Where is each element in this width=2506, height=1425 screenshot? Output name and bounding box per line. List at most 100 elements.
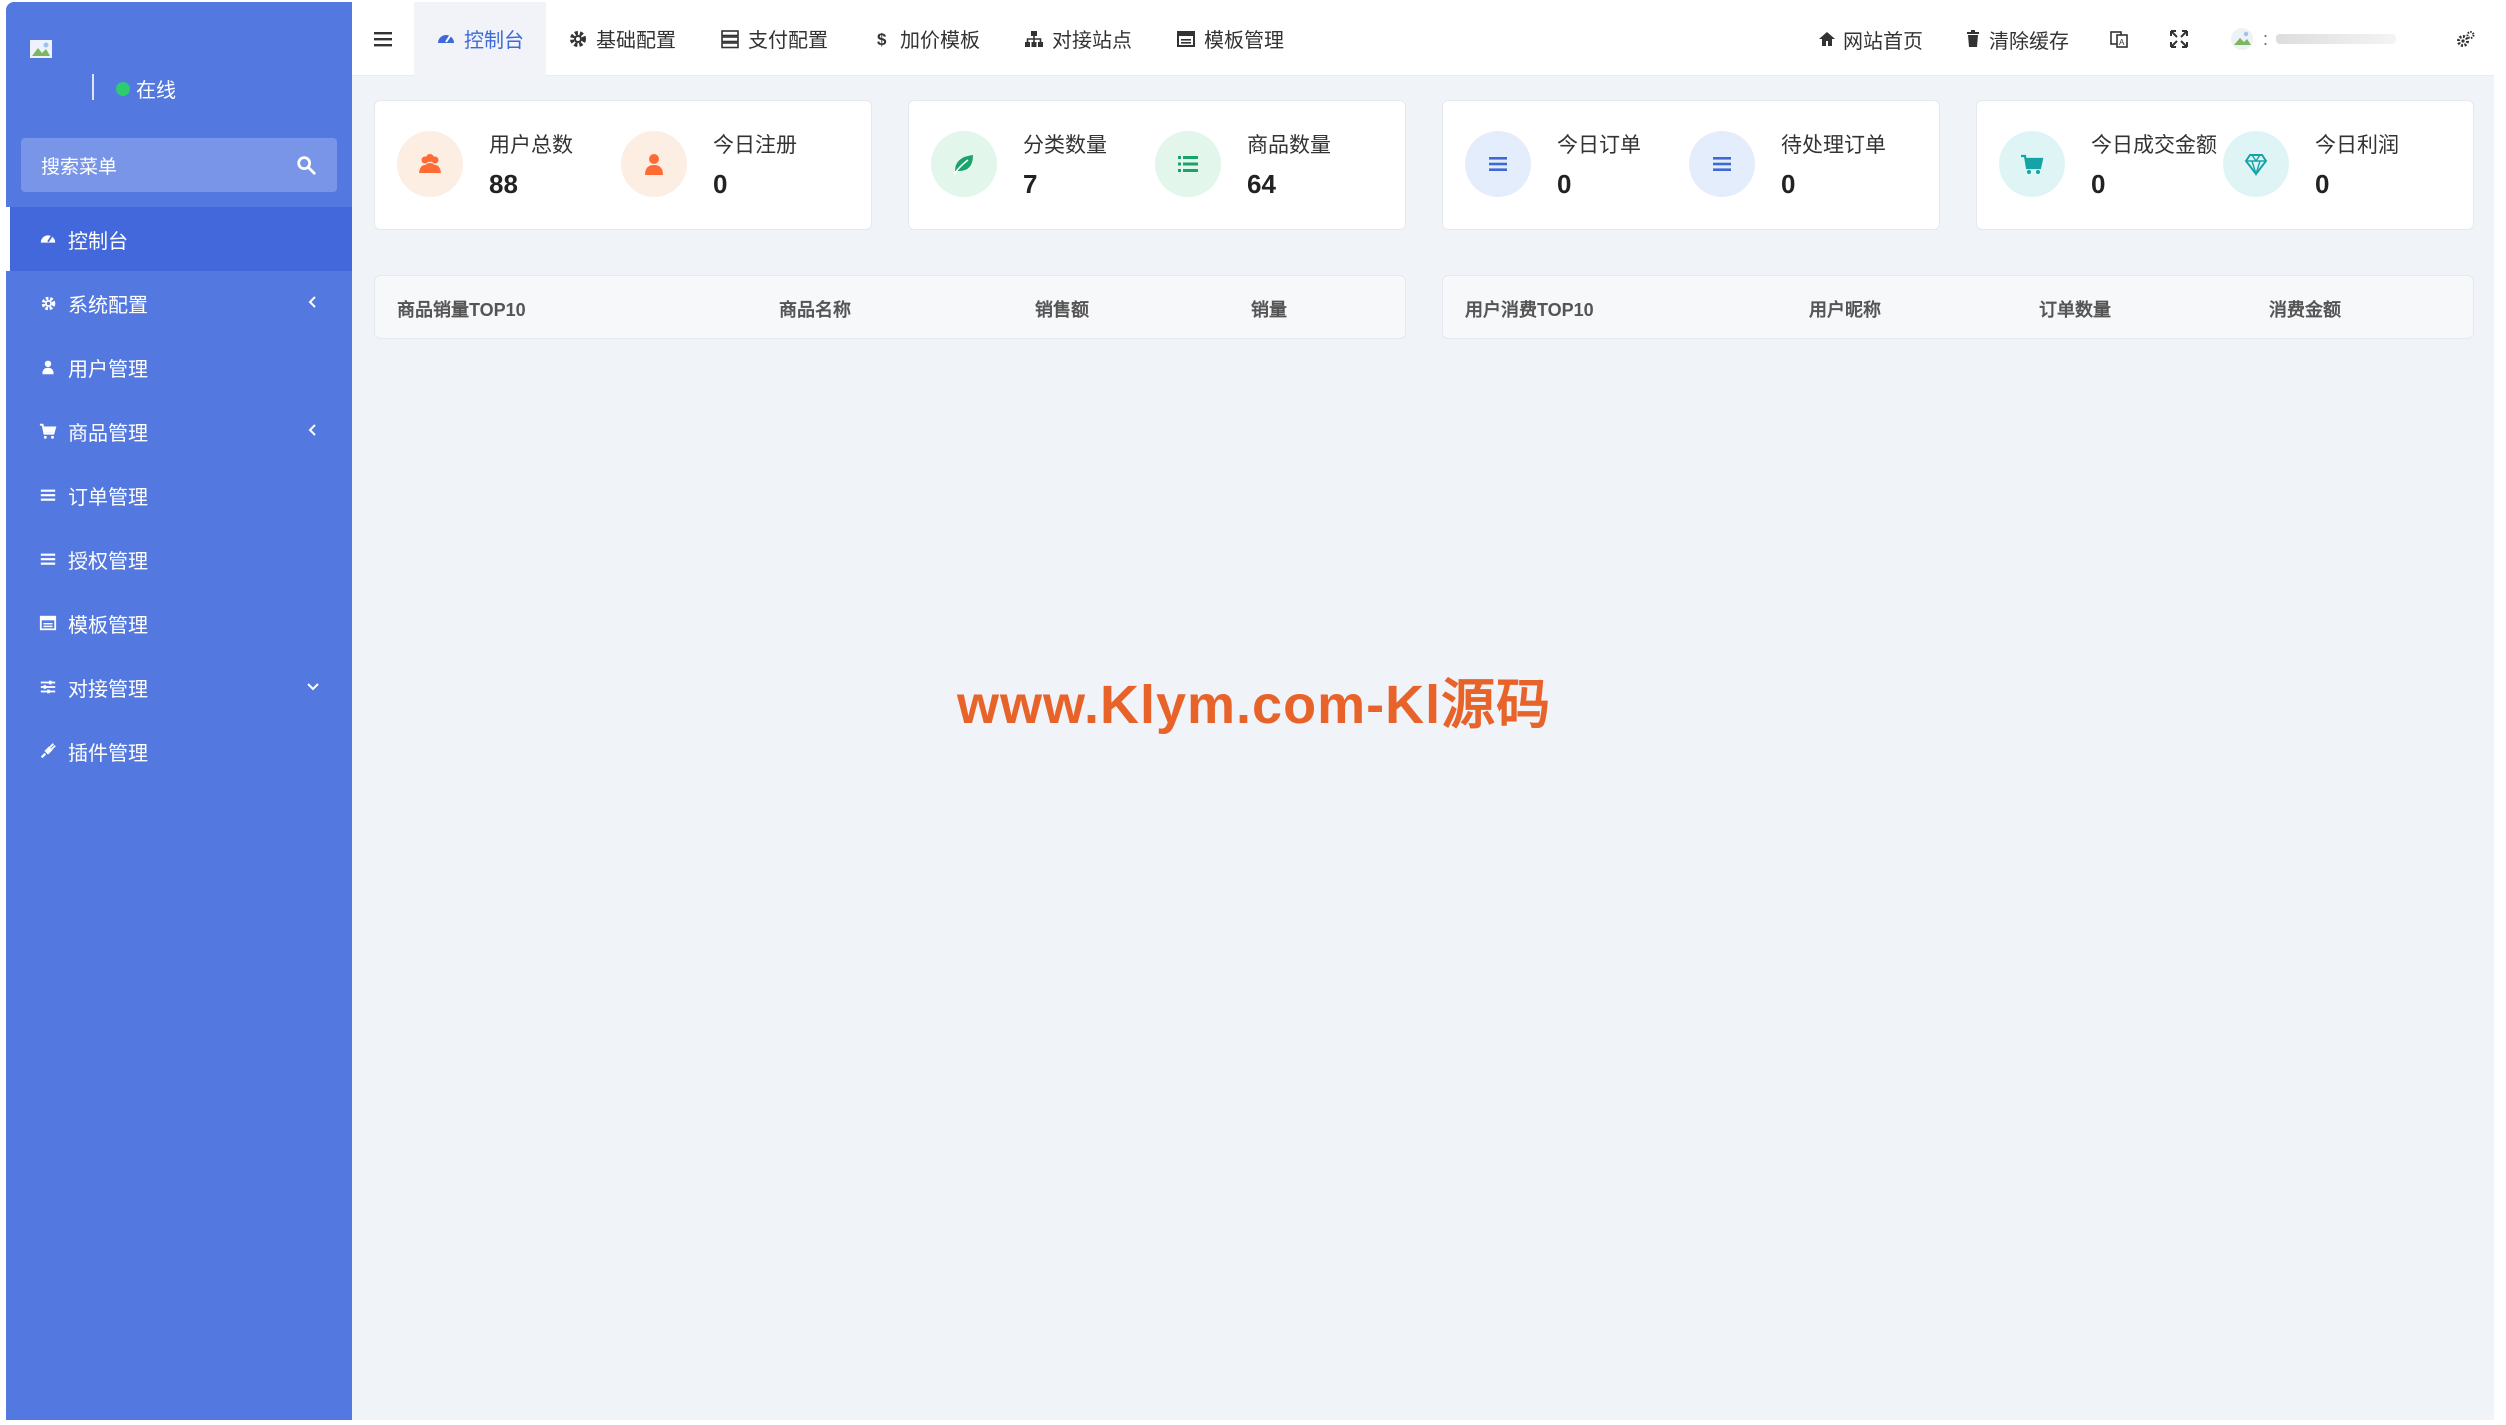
tab-label: 模板管理 <box>1204 30 1284 52</box>
sidebar-item-system-config[interactable]: 系统配置 <box>6 271 352 335</box>
language-icon: A <box>2110 31 2128 48</box>
tab-label: 加价模板 <box>900 30 980 52</box>
username-redacted <box>2276 34 2396 44</box>
dashboard-icon <box>438 34 454 43</box>
table-header: 用户昵称 <box>1809 300 1881 320</box>
clear-cache-label: 清除缓存 <box>1988 30 2069 53</box>
chevron-left-icon <box>308 424 316 436</box>
tab-markup-template[interactable]: $ 加价模板 <box>850 2 1002 76</box>
sidebar-item-docking[interactable]: 对接管理 <box>6 655 352 719</box>
stat-icon-bg <box>931 131 997 197</box>
goods-top10-table: 商品销量TOP10 商品名称 销售额 销量 <box>374 275 1406 339</box>
status-label: 在线 <box>136 80 176 102</box>
table-header: 商品销量TOP10 <box>397 300 526 320</box>
window-icon <box>38 613 58 633</box>
tab-templates[interactable]: 模板管理 <box>1154 2 1306 76</box>
tab-label: 对接站点 <box>1052 30 1132 52</box>
home-icon <box>1818 32 1835 46</box>
sidebar-item-label: 商品管理 <box>68 422 148 445</box>
stat-today-orders: 今日订单 0 <box>1443 101 1663 231</box>
tab-basic-config[interactable]: 基础配置 <box>546 2 698 76</box>
stat-label: 分类数量 <box>1023 134 1107 157</box>
online-status: 在线 <box>116 74 176 103</box>
stat-label: 待处理订单 <box>1781 134 1886 157</box>
table-header: 商品名称 <box>779 300 851 320</box>
stat-value: 0 <box>2091 169 2106 199</box>
stat-value: 0 <box>2315 169 2330 199</box>
stat-today-register: 今日注册 0 <box>599 101 819 231</box>
table-header: 销量 <box>1251 300 1287 320</box>
translate-button[interactable]: A <box>2089 29 2149 49</box>
tab-docking-sites[interactable]: 对接站点 <box>1002 2 1154 76</box>
list-icon <box>38 549 58 569</box>
sidebar-item-dashboard[interactable]: 控制台 <box>6 207 352 271</box>
online-dot-icon <box>116 81 130 96</box>
stat-label: 今日注册 <box>713 134 797 157</box>
tab-dashboard[interactable]: 控制台 <box>414 1 546 76</box>
leaf-icon <box>953 155 973 175</box>
menu-search-input[interactable]: 搜索菜单 <box>21 138 337 192</box>
sidebar-item-orders[interactable]: 订单管理 <box>6 463 352 527</box>
stat-label: 商品数量 <box>1247 134 1331 157</box>
stat-today-amount: 今日成交金额 0 <box>1977 101 2217 231</box>
table-header: 用户消费TOP10 <box>1465 300 1594 320</box>
sidebar-item-label: 插件管理 <box>68 742 148 765</box>
users-icon <box>419 154 441 173</box>
user-menu[interactable]: : <box>2209 26 2436 52</box>
cart-icon <box>38 421 58 441</box>
stat-icon-bg <box>1689 131 1755 197</box>
dashboard-icon <box>38 229 58 249</box>
user-icon <box>645 154 663 175</box>
top-navbar: 控制台 基础配置 支付配置 $ 加价模板 对接站点 模板管理 网站首页 清除缓存… <box>352 1 2494 76</box>
sidebar-item-templates[interactable]: 模板管理 <box>6 591 352 655</box>
broken-image-icon <box>2230 28 2253 50</box>
sidebar: 在线 搜索菜单 控制台 系统配置 用户管理 商品管理 订单管理 授权管理 模板管… <box>6 2 352 1420</box>
stat-value: 7 <box>1023 169 1038 199</box>
sliders-icon <box>38 677 58 697</box>
list-icon <box>1489 157 1507 171</box>
sidebar-item-label: 控制台 <box>68 230 128 253</box>
stat-label: 用户总数 <box>489 134 573 157</box>
svg-text:A: A <box>2119 38 2125 47</box>
menu-toggle-button[interactable] <box>352 2 414 76</box>
fullscreen-button[interactable] <box>2149 29 2209 49</box>
stat-category-count: 分类数量 7 <box>909 101 1129 231</box>
stat-icon-bg <box>621 131 687 197</box>
stat-user-total: 用户总数 88 <box>375 101 595 231</box>
stat-today-profit: 今日利润 0 <box>2201 101 2421 231</box>
settings-button[interactable] <box>2436 29 2494 49</box>
list-icon <box>1713 157 1731 171</box>
stat-value: 0 <box>713 169 728 199</box>
diamond-icon <box>2244 154 2268 177</box>
tab-payment-config[interactable]: 支付配置 <box>698 2 850 76</box>
top-right-tools: 网站首页 清除缓存 A : <box>1797 2 2494 76</box>
sitemap-icon <box>1025 30 1043 47</box>
sidebar-item-label: 系统配置 <box>68 294 148 317</box>
sidebar-item-label: 模板管理 <box>68 614 148 637</box>
gear-icon <box>38 293 58 313</box>
broken-image-icon <box>30 40 52 58</box>
search-placeholder: 搜索菜单 <box>41 156 118 178</box>
site-home-label: 网站首页 <box>1842 30 1923 53</box>
sidebar-item-authorization[interactable]: 授权管理 <box>6 527 352 591</box>
avatar[interactable] <box>28 36 94 104</box>
users-top10-table: 用户消费TOP10 用户昵称 订单数量 消费金额 <box>1442 275 2474 339</box>
chevron-left-icon <box>308 296 316 308</box>
list-icon <box>38 485 58 505</box>
sidebar-item-goods[interactable]: 商品管理 <box>6 399 352 463</box>
main-content: 用户总数 88 今日注册 0 分类数量 7 商品数量 64 今日订单 0 待处理… <box>352 76 2494 1420</box>
dollar-icon: $ <box>877 30 887 49</box>
table-header: 订单数量 <box>2039 300 2111 320</box>
sidebar-item-plugins[interactable]: 插件管理 <box>6 719 352 783</box>
user-panel: 在线 <box>22 30 342 110</box>
site-home-link[interactable]: 网站首页 <box>1797 25 1943 54</box>
sidebar-item-users[interactable]: 用户管理 <box>6 335 352 399</box>
stat-card-users: 用户总数 88 今日注册 0 <box>374 100 872 230</box>
sidebar-nav: 控制台 系统配置 用户管理 商品管理 订单管理 授权管理 模板管理 对接管理 插… <box>6 207 352 783</box>
stat-icon-bg <box>1155 131 1221 197</box>
frame-edge <box>2494 0 2506 1425</box>
clear-cache-button[interactable]: 清除缓存 <box>1943 25 2089 54</box>
stat-icon-bg <box>397 131 463 197</box>
search-icon[interactable] <box>295 154 317 176</box>
table-header: 销售额 <box>1035 300 1089 320</box>
